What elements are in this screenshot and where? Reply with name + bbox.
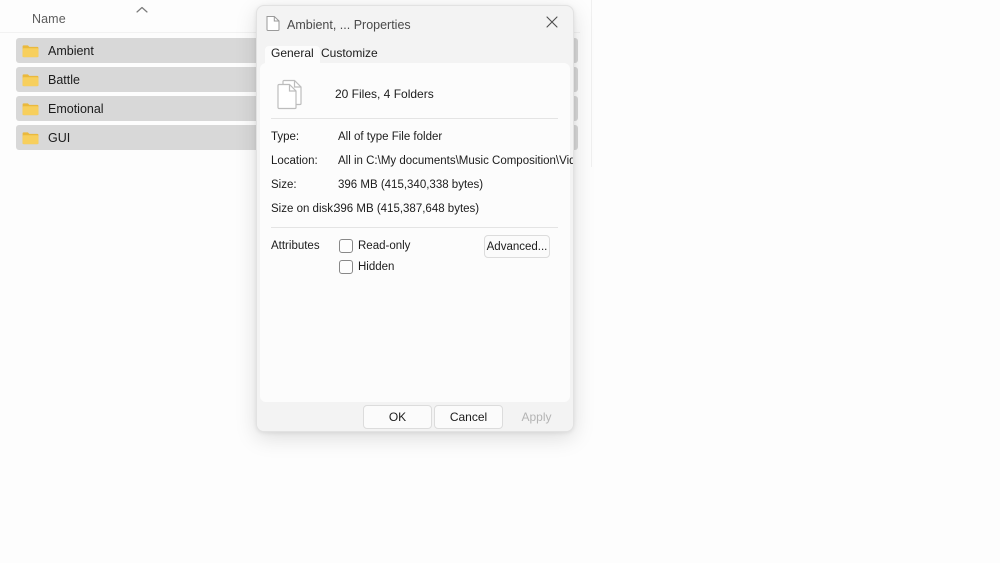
separator bbox=[271, 227, 558, 228]
location-label: Location: bbox=[271, 155, 318, 167]
separator bbox=[271, 118, 558, 119]
folder-icon bbox=[22, 44, 39, 57]
ok-button[interactable]: OK bbox=[363, 405, 432, 429]
dialog-titlebar[interactable]: Ambient, ... Properties bbox=[257, 6, 573, 39]
readonly-checkbox-row[interactable]: Read-only bbox=[339, 239, 410, 253]
pane-divider bbox=[591, 0, 592, 167]
folder-icon bbox=[22, 102, 39, 115]
tab-general[interactable]: General bbox=[265, 46, 320, 63]
chevron-up-icon bbox=[136, 6, 148, 13]
multi-document-icon bbox=[277, 79, 302, 110]
type-label: Type: bbox=[271, 131, 300, 143]
size-label: Size: bbox=[271, 179, 297, 191]
attributes-label: Attributes bbox=[271, 240, 320, 252]
hidden-checkbox-row[interactable]: Hidden bbox=[339, 260, 394, 274]
tab-customize[interactable]: Customize bbox=[315, 46, 384, 63]
hidden-checkbox[interactable] bbox=[339, 260, 353, 274]
type-value: All of type File folder bbox=[338, 131, 443, 143]
location-value: All in C:\My documents\Music Composition… bbox=[338, 155, 574, 167]
size-value: 396 MB (415,340,338 bytes) bbox=[338, 179, 484, 191]
dialog-title: Ambient, ... Properties bbox=[287, 18, 411, 32]
cancel-button[interactable]: Cancel bbox=[434, 405, 503, 429]
readonly-checkbox[interactable] bbox=[339, 239, 353, 253]
general-tab-panel: 20 Files, 4 Folders Type: All of type Fi… bbox=[260, 63, 573, 402]
size-on-disk-value: 396 MB (415,387,648 bytes) bbox=[334, 203, 480, 215]
column-header-name[interactable]: Name bbox=[32, 12, 66, 26]
apply-button: Apply bbox=[505, 405, 568, 429]
readonly-label: Read-only bbox=[358, 240, 411, 252]
properties-dialog: Ambient, ... Properties General Customiz… bbox=[256, 5, 574, 432]
folder-icon bbox=[22, 73, 39, 86]
tab-bar: General Customize bbox=[257, 39, 573, 63]
hidden-label: Hidden bbox=[358, 261, 395, 273]
list-item-label: Battle bbox=[48, 72, 80, 87]
size-on-disk-label: Size on disk: bbox=[271, 203, 337, 215]
file-count-summary: 20 Files, 4 Folders bbox=[335, 87, 434, 101]
advanced-button[interactable]: Advanced... bbox=[484, 235, 550, 258]
folder-icon bbox=[22, 131, 39, 144]
dialog-footer: OK Cancel Apply bbox=[257, 402, 573, 431]
list-item-label: GUI bbox=[48, 130, 71, 145]
list-item-label: Ambient bbox=[48, 43, 94, 58]
list-item-label: Emotional bbox=[48, 101, 104, 116]
document-icon bbox=[266, 16, 280, 31]
close-icon[interactable] bbox=[531, 6, 573, 37]
